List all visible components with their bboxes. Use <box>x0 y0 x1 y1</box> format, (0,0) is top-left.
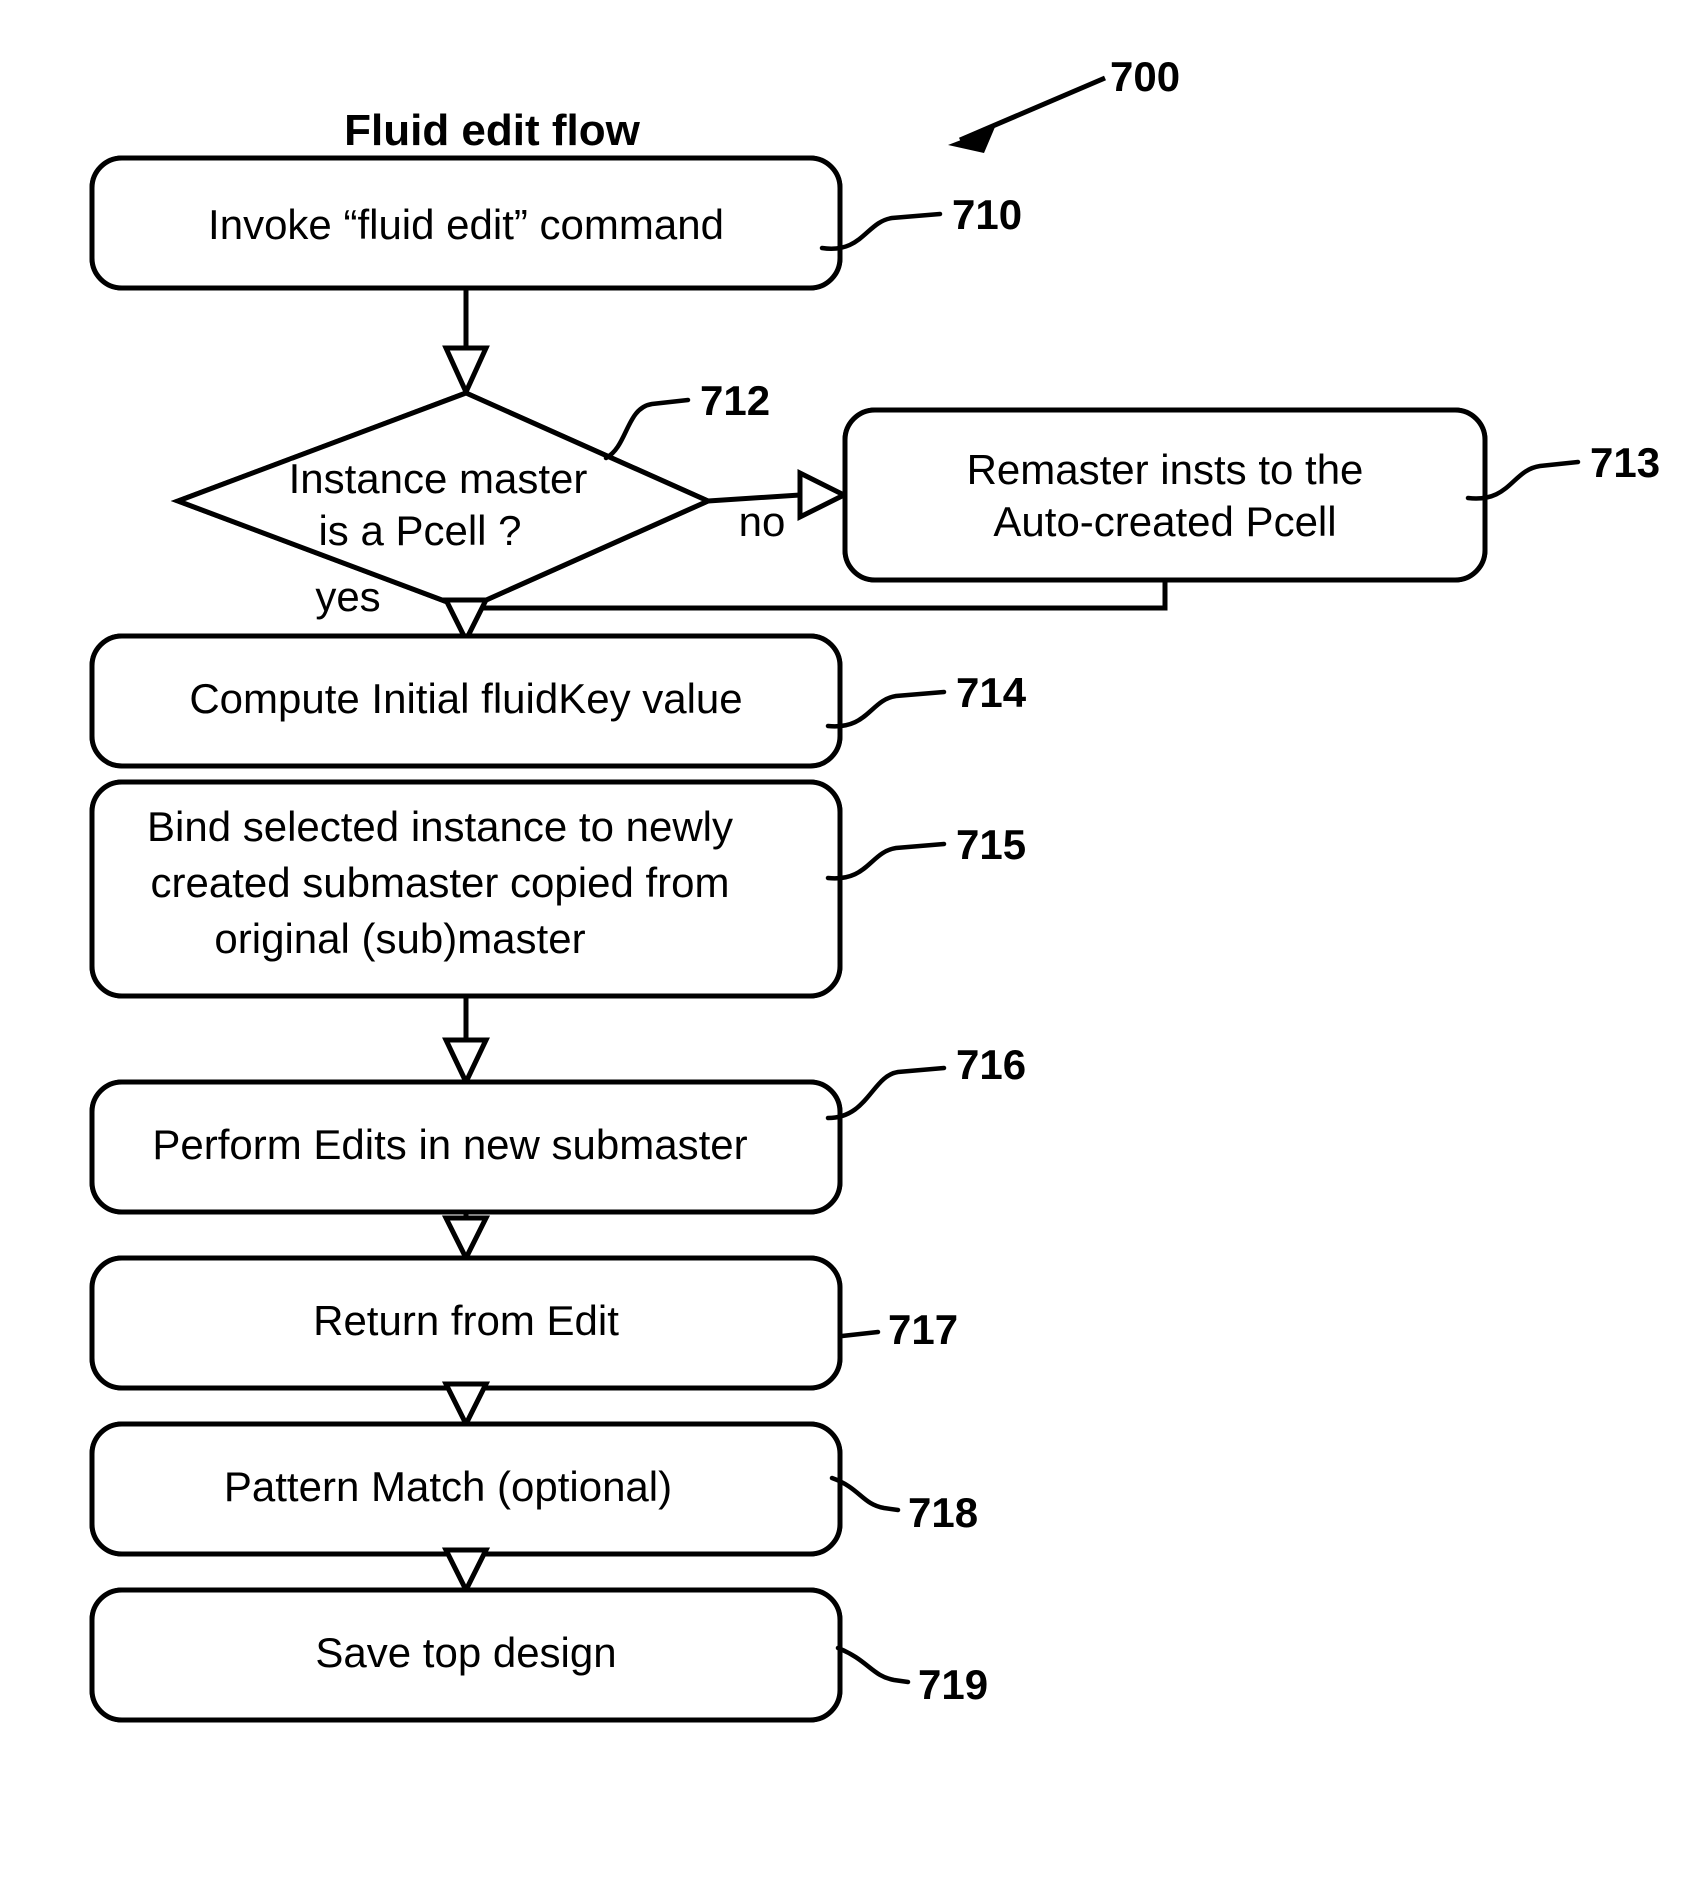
figure-ref-label: 700 <box>1110 53 1180 100</box>
connector-715-to-716 <box>442 996 490 1088</box>
figure-ref-leader <box>959 75 1106 143</box>
ref-713-label: 713 <box>1590 439 1660 486</box>
node-713-border <box>842 407 1488 583</box>
ref-718-label: 718 <box>908 1489 978 1536</box>
figure-canvas: 700 Fluid edit flow Invoke “fluid edit” … <box>0 0 1702 1882</box>
node-710-label: Invoke “fluid edit” command <box>208 201 724 248</box>
node-716-label: Perform Edits in new submaster <box>152 1121 747 1168</box>
node-715-label-line1: Bind selected instance to newly <box>147 803 733 850</box>
branch-label-yes: yes <box>315 573 380 620</box>
ref-718-group: 718 <box>829 1475 978 1536</box>
ref-714-leader <box>825 689 947 729</box>
node-instance-master-is-pcell-decision[interactable]: Instance master is a Pcell ? <box>170 385 720 620</box>
ref-714-label: 714 <box>956 669 1027 716</box>
node-713-label-line1: Remaster insts to the <box>967 446 1364 493</box>
connector-710-712-arrowhead <box>442 345 490 399</box>
ref-716-group: 716 <box>825 1041 1026 1121</box>
node-715-label-line3: original (sub)master <box>214 915 585 962</box>
node-718-label: Pattern Match (optional) <box>224 1463 672 1510</box>
node-return-from-edit[interactable]: Return from Edit <box>89 1255 843 1391</box>
ref-712-leader <box>603 397 691 461</box>
ref-719-leader <box>835 1645 911 1685</box>
figure-ref-arrowhead <box>948 127 995 153</box>
node-remaster-insts-auto-created-pcell[interactable]: Remaster insts to the Auto-created Pcell <box>842 407 1488 583</box>
node-714-label: Compute Initial fluidKey value <box>189 675 742 722</box>
connector-718-to-719 <box>441 1547 491 1596</box>
ref-712-group: 712 <box>603 377 770 461</box>
ref-710-group: 710 <box>819 191 1022 251</box>
node-pattern-match-optional[interactable]: Pattern Match (optional) <box>89 1421 843 1557</box>
connector-710-to-712 <box>442 288 490 399</box>
connector-717-to-718 <box>441 1381 491 1430</box>
ref-717-group: 717 <box>839 1306 958 1353</box>
ref-719-label: 719 <box>918 1661 988 1708</box>
node-perform-edits-in-new-submaster[interactable]: Perform Edits in new submaster <box>89 1079 843 1215</box>
figure-title: Fluid edit flow <box>344 106 641 155</box>
node-717-label: Return from Edit <box>313 1297 619 1344</box>
node-save-top-design[interactable]: Save top design <box>89 1587 843 1723</box>
node-712-label-line1: Instance master <box>289 455 588 502</box>
node-712-label-line2: is a Pcell ? <box>318 507 521 554</box>
node-715-label-line2: created submaster copied from <box>151 859 730 906</box>
ref-719-group: 719 <box>835 1645 988 1708</box>
ref-713-group: 713 <box>1465 439 1660 501</box>
ref-715-leader <box>825 841 947 881</box>
ref-715-label: 715 <box>956 821 1026 868</box>
connector-712-713-line <box>707 492 801 504</box>
ref-712-label: 712 <box>700 377 770 424</box>
node-invoke-fluid-edit-command[interactable]: Invoke “fluid edit” command <box>89 155 843 291</box>
connector-716-to-717 <box>441 1212 491 1264</box>
connector-716-717-arrowhead <box>441 1215 491 1264</box>
ref-717-label: 717 <box>888 1306 958 1353</box>
ref-716-label: 716 <box>956 1041 1026 1088</box>
branch-label-no: no <box>739 498 786 545</box>
connector-715-716-arrowhead <box>442 1037 490 1088</box>
node-719-label: Save top design <box>315 1629 616 1676</box>
ref-714-group: 714 <box>825 669 1027 729</box>
ref-715-group: 715 <box>825 821 1026 881</box>
node-bind-selected-instance-to-submaster[interactable]: Bind selected instance to newly created … <box>89 779 843 999</box>
ref-717-leader <box>839 1329 881 1339</box>
node-713-label-line2: Auto-created Pcell <box>993 498 1336 545</box>
connector-712-713-arrowhead <box>797 468 850 522</box>
ref-710-label: 710 <box>952 191 1022 238</box>
ref-716-leader <box>825 1065 947 1121</box>
figure-ref-700-group: 700 <box>948 53 1180 153</box>
connector-713-return-to-main <box>466 580 1168 611</box>
connector-718-719-arrowhead <box>441 1547 491 1596</box>
connector-713-return-line <box>466 580 1168 611</box>
connector-717-718-arrowhead <box>441 1381 491 1430</box>
flowchart-svg: 700 Fluid edit flow Invoke “fluid edit” … <box>89 53 1660 1723</box>
node-compute-initial-fluidkey-value[interactable]: Compute Initial fluidKey value <box>89 633 843 769</box>
